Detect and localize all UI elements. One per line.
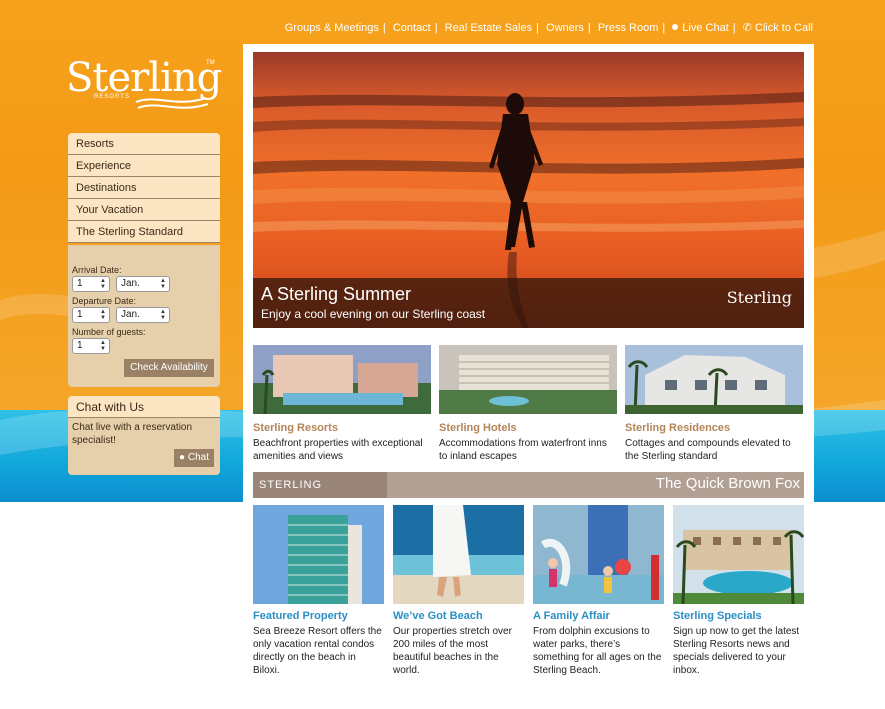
stepper-arrows-icon: ▲ ▼ <box>100 278 106 290</box>
arrival-month-value: Jan. <box>121 278 140 289</box>
nav-link-contact[interactable]: Contact <box>393 22 431 34</box>
departure-date-label: Departure Date: <box>72 296 137 306</box>
arrival-month-select[interactable]: Jan. ▲ ▼ <box>116 276 170 292</box>
special-sterling-specials[interactable]: Sterling Specials Sign up now to get the… <box>673 505 804 677</box>
special-title[interactable]: Sterling Specials <box>673 610 804 622</box>
special-description: Our properties stretch over 200 miles of… <box>393 626 512 676</box>
feature-sterling-residences[interactable]: Sterling Residences Cottages and compoun… <box>625 345 803 463</box>
feature-description: Accommodations from waterfront inns to i… <box>439 438 607 462</box>
menu-item-resorts[interactable]: Resorts <box>68 133 220 155</box>
menu-item-destinations[interactable]: Destinations <box>68 177 220 199</box>
special-family-affair[interactable]: A Family Affair From dolphin excusions t… <box>533 505 664 677</box>
departure-day-value: 1 <box>77 309 83 320</box>
special-thumbnail <box>673 505 804 604</box>
feature-description: Cottages and compounds elevated to the S… <box>625 438 791 462</box>
special-description: Sign up now to get the latest Sterling R… <box>673 626 800 676</box>
main-content: A Sterling Summer Enjoy a cool evening o… <box>243 44 814 709</box>
menu-item-experience[interactable]: Experience <box>68 155 220 177</box>
specials-bar: STERLING SPECIALS The Quick Brown Fox <box>253 472 804 517</box>
nav-link-press-room[interactable]: Press Room <box>598 22 659 34</box>
top-navigation: Groups & Meetings | Contact | Real Estate … <box>284 22 813 34</box>
stepper-arrows-icon: ▲ ▼ <box>160 278 166 290</box>
chat-bubble-icon: ● <box>179 452 186 463</box>
special-title[interactable]: Featured Property <box>253 610 384 622</box>
feature-description: Beachfront properties with exceptional a… <box>253 438 423 462</box>
hero-subtitle: Enjoy a cool evening on our Sterling coa… <box>261 307 486 321</box>
hero-banner[interactable]: A Sterling Summer Enjoy a cool evening o… <box>253 52 804 328</box>
arrival-day-value: 1 <box>77 278 83 289</box>
special-thumbnail <box>393 505 524 604</box>
chat-widget: Chat with Us Chat live with a reservatio… <box>68 396 220 475</box>
feature-sterling-hotels[interactable]: Sterling Hotels Accommodations from wate… <box>439 345 617 463</box>
chat-description: Chat live with a reservation specialist! <box>72 422 193 446</box>
specials-label: STERLING SPECIALS <box>253 472 387 517</box>
logo-wave-icon <box>135 97 209 109</box>
check-availability-button[interactable]: Check Availability <box>124 359 214 377</box>
special-thumbnail <box>533 505 664 604</box>
feature-thumbnail <box>439 345 617 414</box>
hero-caption: A Sterling Summer Enjoy a cool evening o… <box>253 278 804 328</box>
specials-tagline: The Quick Brown Fox <box>655 475 800 492</box>
feature-title[interactable]: Sterling Residences <box>625 422 803 434</box>
chat-button[interactable]: ● Chat <box>174 449 214 467</box>
chat-title: Chat with Us <box>68 396 220 418</box>
special-featured-property[interactable]: Featured Property Sea Breeze Resort offe… <box>253 505 384 677</box>
special-thumbnail <box>253 505 384 604</box>
departure-month-value: Jan. <box>121 309 140 320</box>
departure-day-select[interactable]: 1 ▲ ▼ <box>72 307 110 323</box>
nav-link-real-estate[interactable]: Real Estate Sales <box>445 22 532 34</box>
special-description: From dolphin excusions to water parks, t… <box>533 626 662 676</box>
nav-link-owners[interactable]: Owners <box>546 22 584 34</box>
stepper-arrows-icon: ▲ ▼ <box>100 309 106 321</box>
arrival-date-label: Arrival Date: <box>72 265 122 275</box>
guests-select[interactable]: 1 ▲ ▼ <box>72 338 110 354</box>
feature-thumbnail <box>625 345 803 414</box>
special-description: Sea Breeze Resort offers the only vacati… <box>253 626 382 676</box>
hero-title: A Sterling Summer <box>261 284 412 304</box>
arrival-day-select[interactable]: 1 ▲ ▼ <box>72 276 110 292</box>
menu-item-sterling-standard[interactable]: The Sterling Standard <box>68 221 220 243</box>
nav-link-live-chat[interactable]: Live Chat <box>682 22 728 34</box>
guests-label: Number of guests: <box>72 327 146 337</box>
feature-title[interactable]: Sterling Resorts <box>253 422 431 434</box>
special-title[interactable]: A Family Affair <box>533 610 664 622</box>
nav-link-click-to-call[interactable]: Click to Call <box>755 22 813 34</box>
special-title[interactable]: We’ve Got Beach <box>393 610 524 622</box>
nav-link-groups[interactable]: Groups & Meetings <box>285 22 379 34</box>
guests-value: 1 <box>77 340 83 351</box>
menu-item-your-vacation[interactable]: Your Vacation <box>68 199 220 221</box>
sterling-logo[interactable]: Sterling TM RESORTS <box>66 56 222 116</box>
departure-month-select[interactable]: Jan. ▲ ▼ <box>116 307 170 323</box>
feature-sterling-resorts[interactable]: Sterling Resorts Beachfront properties w… <box>253 345 431 463</box>
stepper-arrows-icon: ▲ ▼ <box>100 340 106 352</box>
chat-bubble-icon <box>672 24 679 30</box>
phone-icon: ✆ <box>742 22 752 34</box>
booking-widget: Arrival Date: 1 ▲ ▼ Jan. ▲ ▼ Departure Dat… <box>68 245 220 387</box>
feature-title[interactable]: Sterling Hotels <box>439 422 617 434</box>
hero-logo: Sterling <box>726 288 792 307</box>
feature-thumbnail <box>253 345 431 414</box>
stepper-arrows-icon: ▲ ▼ <box>160 309 166 321</box>
special-weve-got-beach[interactable]: We’ve Got Beach Our properties stretch o… <box>393 505 524 677</box>
main-menu: Resorts Experience Destinations Your Vac… <box>68 133 220 243</box>
chat-button-label: Chat <box>187 452 209 463</box>
